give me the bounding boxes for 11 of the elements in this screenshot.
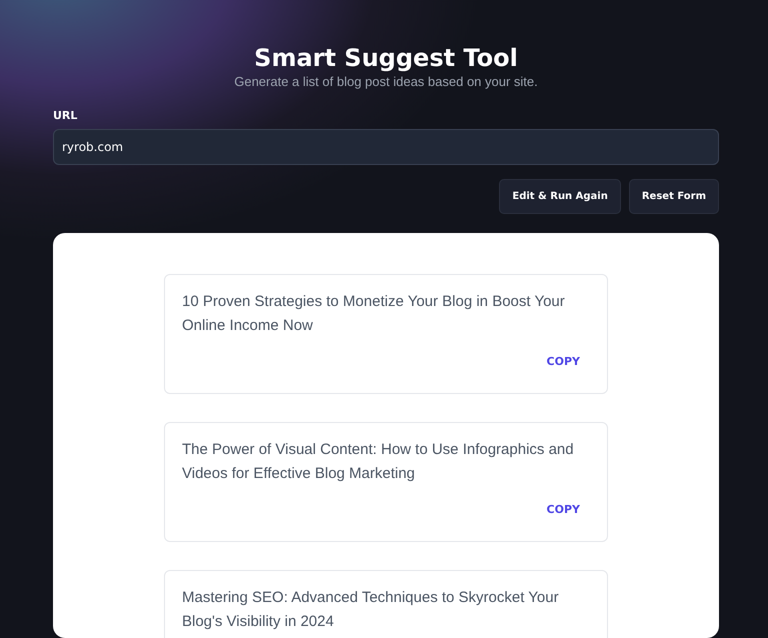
copy-button[interactable]: COPY [546, 355, 580, 368]
idea-text: 10 Proven Strategies to Monetize Your Blog in Boost Your Online Income Now [182, 292, 566, 336]
url-label: URL [53, 109, 78, 122]
edit-run-again-button[interactable]: Edit & Run Again [499, 179, 621, 214]
page-subtitle: Generate a list of blog post ideas based on your site. [234, 74, 538, 89]
page-title: Smart Suggest Tool [254, 43, 518, 73]
idea-text: Mastering SEO: Advanced Techniques to Skyrocket Your Blog's Visibility in 2024 [182, 588, 560, 632]
reset-form-button[interactable]: Reset Form [628, 179, 719, 214]
url-field[interactable]: ryrob.com [53, 129, 719, 165]
idea-text: The Power of Visual Content: How to Use Infographics and Videos for Effective Blog Marketing [182, 440, 575, 484]
copy-button[interactable]: COPY [546, 503, 580, 516]
